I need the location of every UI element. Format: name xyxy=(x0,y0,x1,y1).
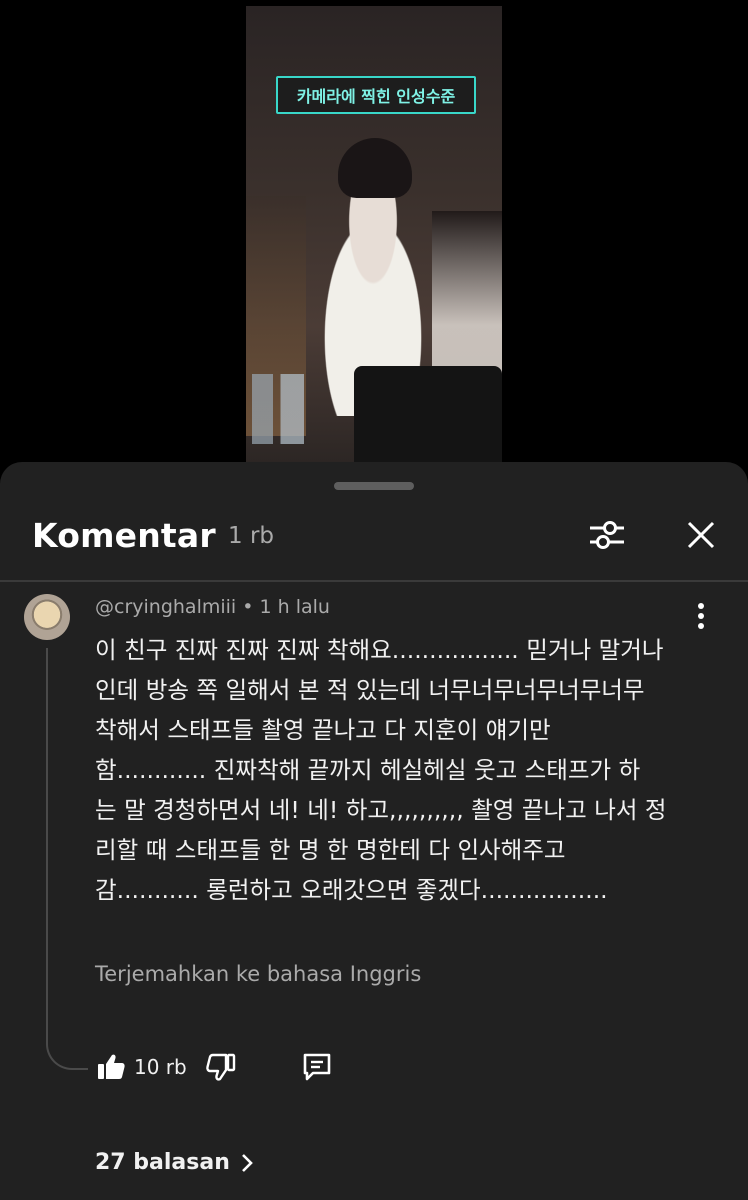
video-person-hair xyxy=(338,138,412,198)
comment-time: 1 h lalu xyxy=(259,596,330,618)
view-replies-button[interactable]: 27 balasan xyxy=(95,1150,254,1175)
avatar[interactable] xyxy=(24,594,70,640)
video-caption: 카메라에 찍힌 인성수준 xyxy=(276,76,476,114)
more-vert-icon xyxy=(698,603,704,629)
comments-header: Komentar 1 rb xyxy=(0,506,748,578)
like-count: 10 rb xyxy=(134,1055,187,1079)
comment-text: 이 친구 진짜 진짜 진짜 착해요................. 믿거나 말… xyxy=(95,636,667,904)
comment-meta: @cryinghalmiii • 1 h lalu xyxy=(95,596,330,618)
close-icon xyxy=(687,521,715,549)
filter-sliders-icon xyxy=(590,521,624,549)
drag-handle[interactable] xyxy=(334,482,414,490)
reply-icon xyxy=(303,1053,331,1081)
comments-title: Komentar xyxy=(32,516,216,555)
replies-label: 27 balasan xyxy=(95,1150,230,1175)
meta-separator: • xyxy=(236,596,260,618)
close-button[interactable] xyxy=(676,510,726,560)
filter-button[interactable] xyxy=(582,510,632,560)
thumbs-up-icon xyxy=(98,1054,125,1079)
video-seat xyxy=(354,366,502,464)
like-button[interactable] xyxy=(92,1048,130,1086)
video-bottles xyxy=(252,374,304,444)
comment-item: @cryinghalmiii • 1 h lalu 이 친구 진짜 진짜 진짜 … xyxy=(0,582,748,1200)
comment-actions: 10 rb xyxy=(92,1048,492,1088)
thumbs-down-icon xyxy=(206,1053,236,1081)
translate-link[interactable]: Terjemahkan ke bahasa Inggris xyxy=(95,962,421,986)
video-player[interactable]: 카메라에 찍힌 인성수준 xyxy=(246,6,502,464)
more-options-button[interactable] xyxy=(686,598,716,634)
comments-sheet: Komentar 1 rb @cryinghalmiii • 1 h lalu xyxy=(0,462,748,1200)
video-area: 카메라에 찍힌 인성수준 xyxy=(0,0,748,464)
comments-count: 1 rb xyxy=(228,523,274,549)
dislike-button[interactable] xyxy=(202,1048,240,1086)
chevron-right-icon xyxy=(241,1153,253,1172)
reply-button[interactable] xyxy=(298,1048,336,1086)
thread-line xyxy=(46,648,88,1070)
comment-author[interactable]: @cryinghalmiii xyxy=(95,596,236,618)
